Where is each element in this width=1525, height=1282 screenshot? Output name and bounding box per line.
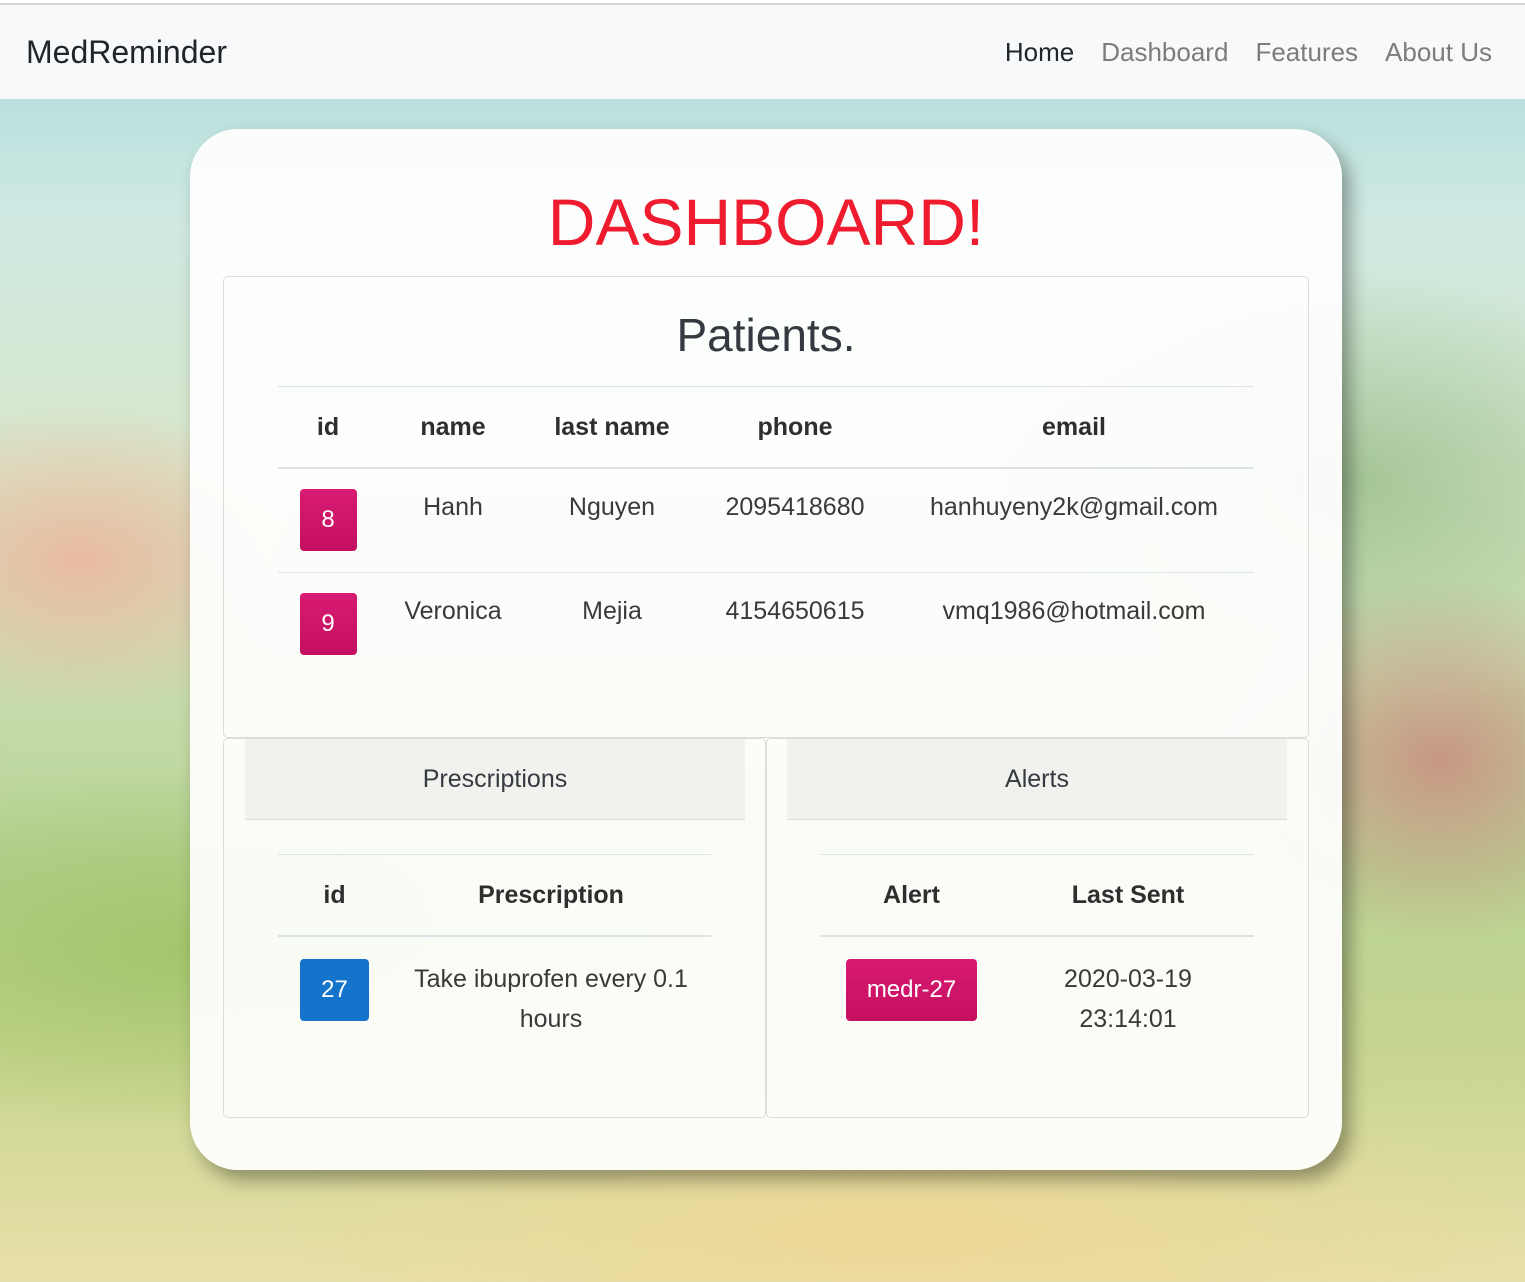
alerts-table: Alert Last Sent medr-27 2020-03-19 23:14…	[821, 854, 1254, 1039]
patient-id-cell: 9	[278, 571, 378, 676]
nav-link-about-us[interactable]: About Us	[1385, 37, 1492, 68]
alert-last-sent-cell: 2020-03-19 23:14:01	[1064, 965, 1192, 1033]
column-header-alert: Alert	[821, 854, 1002, 937]
alert-name-cell: medr-27	[821, 936, 1002, 1039]
patient-id-badge[interactable]: 9	[299, 592, 357, 655]
table-row[interactable]: medr-27 2020-03-19 23:14:01	[821, 936, 1254, 1039]
table-header-row: Alert Last Sent	[821, 854, 1254, 937]
patient-phone-cell: 2095418680	[725, 493, 865, 521]
patient-email-cell: vmq1986@hotmail.com	[894, 571, 1254, 676]
prescriptions-table: id Prescription 27 Take ibuprofen every …	[278, 854, 711, 1039]
table-header-row: id name last name phone email	[278, 386, 1254, 469]
nav-links: Home Dashboard Features About Us	[1005, 37, 1492, 68]
table-header-row: id Prescription	[278, 854, 711, 937]
alerts-header: Alerts	[787, 739, 1287, 820]
column-header-prescription: Prescription	[391, 854, 711, 937]
column-header-last-name: last name	[528, 386, 696, 469]
table-row[interactable]: 27 Take ibuprofen every 0.1 hours	[278, 936, 711, 1039]
column-header-email: email	[894, 386, 1254, 469]
patient-name-cell: Veronica	[378, 571, 528, 676]
prescription-text-cell: Take ibuprofen every 0.1 hours	[414, 965, 688, 1033]
column-header-id: id	[278, 386, 378, 469]
table-row[interactable]: 9 Veronica Mejia 4154650615 vmq1986@hotm…	[278, 571, 1254, 676]
column-header-id: id	[278, 854, 391, 937]
nav-link-features[interactable]: Features	[1255, 37, 1358, 68]
patient-last-name-cell: Nguyen	[568, 493, 656, 521]
patients-table: id name last name phone email 8 Hanh Ngu…	[278, 386, 1254, 676]
alert-badge[interactable]: medr-27	[845, 959, 978, 1021]
patient-last-name-cell: Mejia	[528, 571, 696, 676]
patient-phone-cell: 4154650615	[696, 571, 894, 676]
page-title: DASHBOARD!	[547, 185, 985, 259]
patient-id-cell: 8	[278, 468, 378, 572]
prescription-id-badge[interactable]: 27	[300, 959, 369, 1021]
nav-link-dashboard[interactable]: Dashboard	[1101, 37, 1228, 68]
prescription-id-cell: 27	[278, 936, 391, 1039]
column-header-name: name	[378, 386, 528, 469]
patient-name-cell: Hanh	[423, 493, 483, 521]
column-header-phone: phone	[696, 386, 894, 469]
brand-logo[interactable]: MedReminder	[26, 34, 227, 71]
prescriptions-header: Prescriptions	[245, 739, 745, 820]
patient-id-badge[interactable]: 8	[299, 489, 357, 551]
nav-link-home[interactable]: Home	[1005, 37, 1074, 68]
patient-email-cell: hanhuyeny2k@gmail.com	[929, 493, 1219, 521]
table-row[interactable]: 8 Hanh Nguyen 2095418680 hanhuyeny2k@gma…	[278, 468, 1254, 572]
column-header-last-sent: Last Sent	[1002, 854, 1254, 937]
navbar: MedReminder Home Dashboard Features Abou…	[0, 5, 1525, 99]
patients-title: Patients.	[676, 309, 856, 361]
